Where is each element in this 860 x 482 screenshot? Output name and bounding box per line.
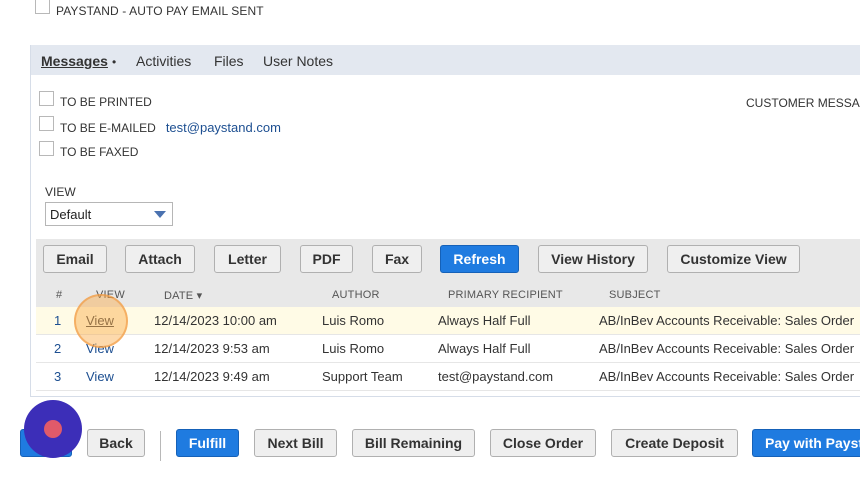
- header-primary-recipient[interactable]: PRIMARY RECIPIENT: [448, 289, 563, 301]
- view-history-button[interactable]: View History: [538, 245, 648, 273]
- row-subject: AB/InBev Accounts Receivable: Sales Orde…: [599, 313, 855, 328]
- subtab-bar: Messages • Activities Files User Notes: [31, 45, 860, 75]
- header-subject[interactable]: SUBJECT: [609, 289, 661, 301]
- tab-user-notes[interactable]: User Notes: [263, 53, 333, 69]
- view-label: VIEW: [45, 185, 76, 199]
- row-number: 1: [54, 313, 62, 328]
- email-address-field[interactable]: test@paystand.com: [166, 120, 281, 135]
- view-link[interactable]: View: [86, 369, 114, 384]
- header-number: #: [56, 289, 63, 301]
- view-select-value: Default: [50, 207, 92, 222]
- customer-message-label: CUSTOMER MESSAG: [746, 96, 860, 110]
- auto-pay-email-sent-option: PAYSTAND - AUTO PAY EMAIL SENT: [35, 0, 264, 18]
- row-date: 12/14/2023 9:53 am: [154, 341, 270, 356]
- to-be-faxed-checkbox[interactable]: [39, 140, 54, 156]
- to-be-faxed-label: TO BE FAXED: [60, 145, 139, 159]
- fax-button[interactable]: Fax: [372, 245, 422, 273]
- tab-messages[interactable]: Messages •: [41, 53, 116, 69]
- to-be-printed-option: TO BE PRINTED: [39, 90, 152, 109]
- row-author: Luis Romo: [322, 313, 385, 328]
- row-subject: AB/InBev Accounts Receivable: Sales Orde…: [599, 341, 855, 356]
- header-author[interactable]: AUTHOR: [332, 289, 380, 301]
- auto-pay-email-sent-label: PAYSTAND - AUTO PAY EMAIL SENT: [56, 4, 264, 18]
- back-button[interactable]: Back: [87, 429, 145, 457]
- divider: [160, 431, 161, 461]
- refresh-button[interactable]: Refresh: [440, 245, 519, 273]
- record-button[interactable]: [24, 400, 82, 458]
- row-number: 2: [54, 341, 62, 356]
- tab-files[interactable]: Files: [214, 53, 244, 69]
- header-date[interactable]: DATE ▾: [164, 289, 202, 302]
- email-button[interactable]: Email: [43, 245, 107, 273]
- pay-with-paystand-button[interactable]: Pay with Payst: [752, 429, 860, 457]
- to-be-printed-checkbox[interactable]: [39, 90, 54, 106]
- row-author: Support Team: [322, 369, 403, 384]
- create-deposit-button[interactable]: Create Deposit: [611, 429, 738, 457]
- table-row: 1 View 12/14/2023 10:00 am Luis Romo Alw…: [36, 307, 860, 335]
- row-subject: AB/InBev Accounts Receivable: Sales Orde…: [599, 369, 855, 384]
- click-indicator: [74, 294, 128, 348]
- row-recipient: Always Half Full: [438, 313, 531, 328]
- tab-active-marker: •: [111, 55, 117, 69]
- bill-remaining-button[interactable]: Bill Remaining: [352, 429, 475, 457]
- chevron-down-icon: [154, 211, 166, 218]
- to-be-emailed-label: TO BE E-MAILED: [60, 120, 156, 135]
- pdf-button[interactable]: PDF: [300, 245, 353, 273]
- tab-messages-label: Messages: [41, 53, 108, 69]
- row-date: 12/14/2023 9:49 am: [154, 369, 270, 384]
- to-be-emailed-option: TO BE E-MAILED test@paystand.com: [39, 116, 281, 135]
- messages-panel: Messages • Activities Files User Notes TO…: [30, 45, 860, 397]
- bottom-action-bar: Back Fulfill Next Bill Bill Remaining Cl…: [0, 422, 860, 466]
- message-toolbar: Email Attach Letter PDF Fax Refresh View…: [36, 239, 860, 283]
- attach-button[interactable]: Attach: [125, 245, 195, 273]
- letter-button[interactable]: Letter: [214, 245, 281, 273]
- customize-view-button[interactable]: Customize View: [667, 245, 800, 273]
- table-row: 2 View 12/14/2023 9:53 am Luis Romo Alwa…: [36, 335, 860, 363]
- row-author: Luis Romo: [322, 341, 385, 356]
- table-row: 3 View 12/14/2023 9:49 am Support Team t…: [36, 363, 860, 391]
- row-number: 3: [54, 369, 62, 384]
- row-recipient: Always Half Full: [438, 341, 531, 356]
- close-order-button[interactable]: Close Order: [490, 429, 596, 457]
- to-be-printed-label: TO BE PRINTED: [60, 95, 152, 109]
- row-date: 12/14/2023 10:00 am: [154, 313, 277, 328]
- to-be-faxed-option: TO BE FAXED: [39, 140, 139, 159]
- view-select[interactable]: Default: [45, 202, 173, 226]
- record-icon: [44, 420, 62, 438]
- to-be-emailed-checkbox[interactable]: [39, 116, 54, 131]
- auto-pay-email-sent-checkbox[interactable]: [35, 0, 50, 14]
- row-recipient: test@paystand.com: [438, 369, 554, 384]
- next-bill-button[interactable]: Next Bill: [254, 429, 337, 457]
- fulfill-button[interactable]: Fulfill: [176, 429, 239, 457]
- tab-activities[interactable]: Activities: [136, 53, 191, 69]
- messages-table-header: # VIEW DATE ▾ AUTHOR PRIMARY RECIPIENT S…: [36, 283, 860, 307]
